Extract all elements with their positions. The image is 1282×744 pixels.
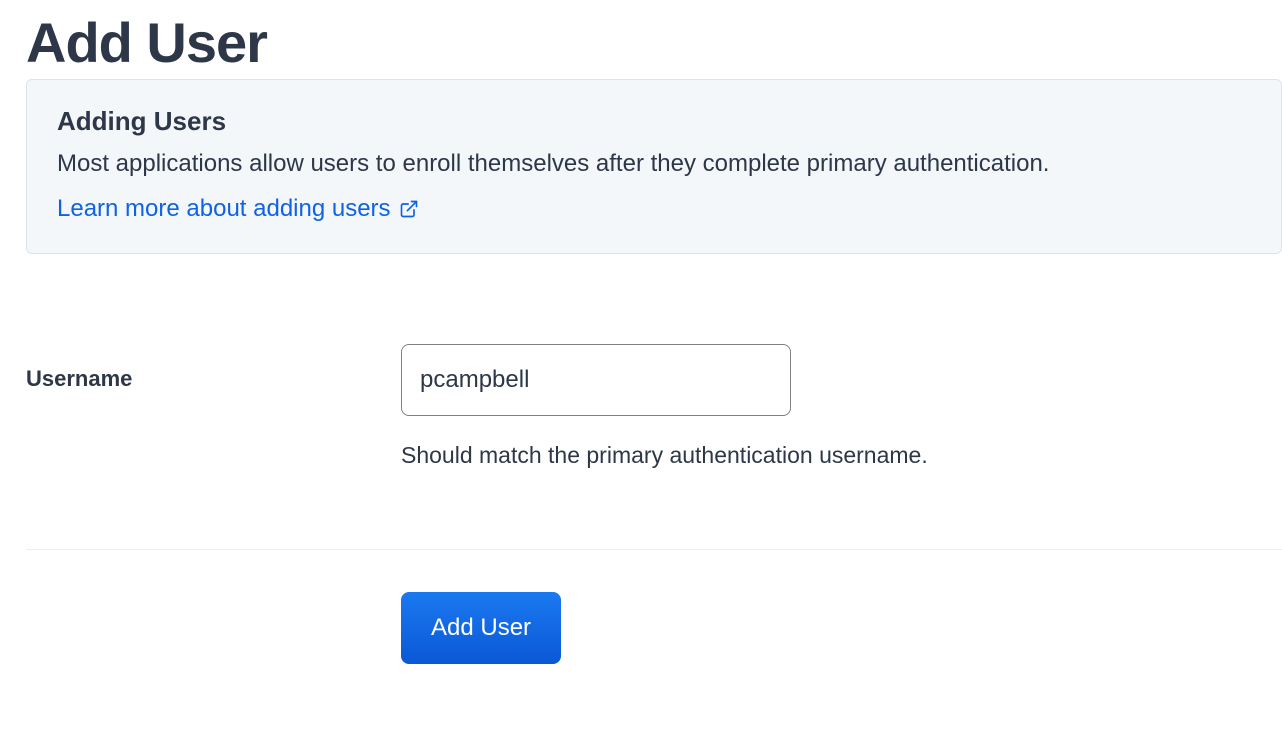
username-label: Username <box>26 344 401 392</box>
info-panel-text: Most applications allow users to enroll … <box>57 147 1251 181</box>
external-link-icon <box>399 199 419 219</box>
page-title: Add User <box>26 10 1282 75</box>
add-user-button[interactable]: Add User <box>401 592 561 664</box>
username-help-text: Should match the primary authentication … <box>401 442 1282 469</box>
username-row: Username Should match the primary authen… <box>26 344 1282 550</box>
learn-more-link-text: Learn more about adding users <box>57 195 391 223</box>
info-panel: Adding Users Most applications allow use… <box>26 79 1282 254</box>
info-panel-title: Adding Users <box>57 106 1251 137</box>
username-input[interactable] <box>401 344 791 416</box>
learn-more-link[interactable]: Learn more about adding users <box>57 195 419 223</box>
